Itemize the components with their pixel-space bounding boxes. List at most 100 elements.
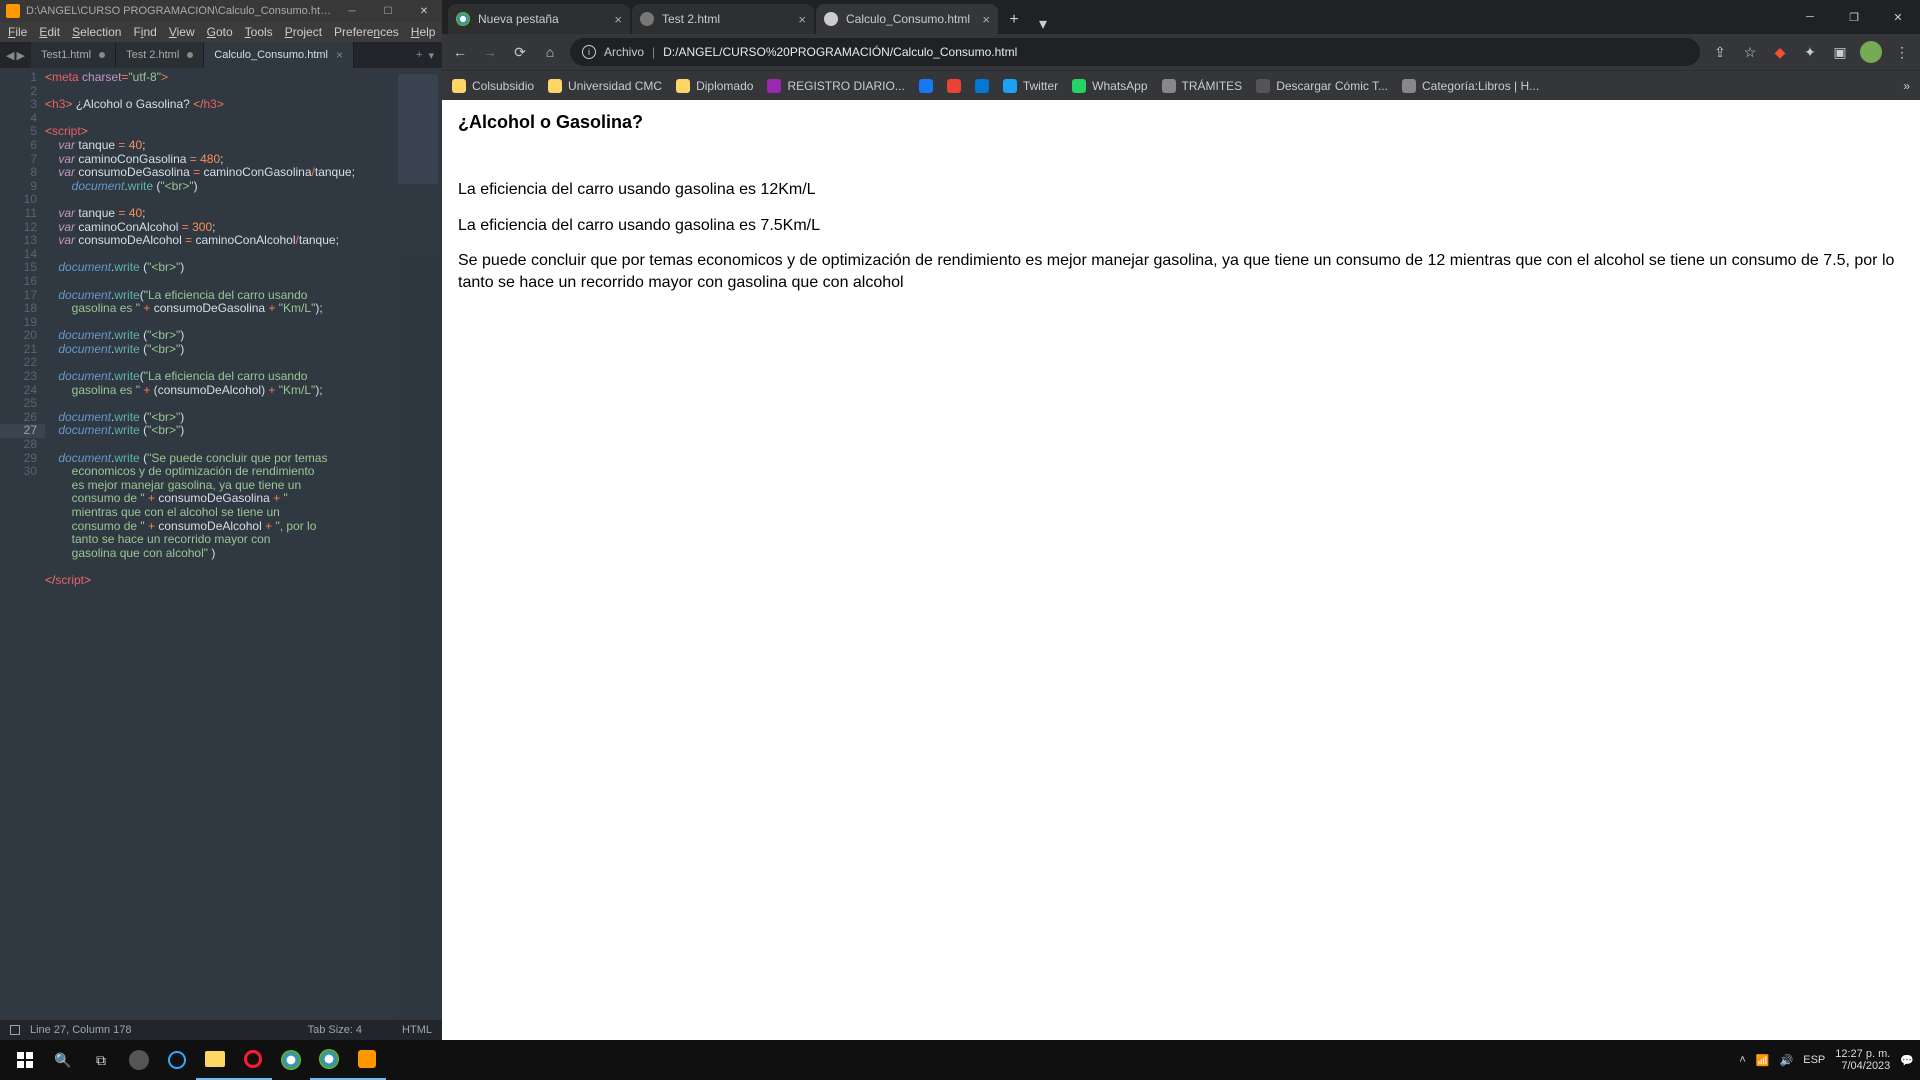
restore-button[interactable]: ❐ xyxy=(1832,0,1876,34)
status-syntax[interactable]: HTML xyxy=(402,1024,432,1036)
menu-project[interactable]: Project xyxy=(285,25,322,39)
taskbar-chrome[interactable] xyxy=(272,1040,310,1080)
maximize-button[interactable]: ☐ xyxy=(370,0,406,22)
bookmark-item[interactable]: Diplomado xyxy=(676,79,753,93)
folder-icon xyxy=(548,79,562,93)
tab-search-icon[interactable]: ▾ xyxy=(1028,14,1058,34)
bookmark-item[interactable]: TRÁMITES xyxy=(1162,79,1243,93)
bookmark-item[interactable] xyxy=(975,79,989,93)
sublime-statusbar: Line 27, Column 178 Tab Size: 4 HTML xyxy=(0,1020,442,1040)
bookmark-item[interactable]: Categoría:Libros | H... xyxy=(1402,79,1539,93)
code-area[interactable]: <meta charset="utf-8"> <h3> ¿Alcohol o G… xyxy=(45,68,442,1020)
share-icon[interactable]: ⇪ xyxy=(1710,42,1730,62)
back-icon[interactable]: ← xyxy=(450,42,470,62)
bookmarks-overflow-icon[interactable]: » xyxy=(1903,79,1910,93)
minimize-button[interactable]: ─ xyxy=(334,0,370,22)
bookmark-item[interactable] xyxy=(919,79,933,93)
sublime-title: D:\ANGEL\CURSO PROGRAMACIÓN\Calculo_Cons… xyxy=(26,5,334,17)
tray-chevron-icon[interactable]: ˄ xyxy=(1739,1054,1745,1066)
taskbar-sublime[interactable] xyxy=(348,1040,386,1080)
taskbar-app-1[interactable] xyxy=(120,1040,158,1080)
extension-shield-icon[interactable]: ◆ xyxy=(1770,42,1790,62)
chrome-tab-test2[interactable]: Test 2.html × xyxy=(632,4,814,34)
new-tab-button[interactable]: + xyxy=(1000,6,1028,34)
bookmark-item[interactable]: Colsubsidio xyxy=(452,79,534,93)
site-info-icon[interactable]: i xyxy=(582,45,596,59)
menu-file[interactable]: File xyxy=(8,25,27,39)
sublime-tab-test1[interactable]: Test1.html xyxy=(31,42,116,68)
tab-label: Calculo_Consumo.html xyxy=(846,12,974,26)
clock-date: 7/04/2023 xyxy=(1835,1060,1890,1072)
tab-close-icon[interactable]: × xyxy=(336,48,343,62)
chrome-tab-newtab[interactable]: Nueva pestaña × xyxy=(448,4,630,34)
close-button[interactable]: ✕ xyxy=(406,0,442,22)
tray-network-icon[interactable]: 📶 xyxy=(1756,1054,1770,1067)
menu-dots-icon[interactable]: ⋮ xyxy=(1892,42,1912,62)
bookmark-item[interactable]: REGISTRO DIARIO... xyxy=(767,79,904,93)
taskbar-app-cortana[interactable] xyxy=(158,1040,196,1080)
reload-icon[interactable]: ⟳ xyxy=(510,42,530,62)
taskbar-opera[interactable] xyxy=(234,1040,272,1080)
menu-help[interactable]: Help xyxy=(411,25,436,39)
taskview-icon[interactable]: ⧉ xyxy=(82,1040,120,1080)
search-icon[interactable]: 🔍 xyxy=(44,1040,82,1080)
sublime-tabbar: ◀▶ Test1.html Test 2.html Calculo_Consum… xyxy=(0,42,442,68)
forward-icon[interactable]: → xyxy=(480,42,500,62)
bookmark-item[interactable]: Universidad CMC xyxy=(548,79,662,93)
bookmark-item[interactable]: WhatsApp xyxy=(1072,79,1147,93)
start-button[interactable] xyxy=(6,1040,44,1080)
tab-next-icon[interactable]: ▶ xyxy=(16,49,24,62)
menu-selection[interactable]: Selection xyxy=(72,25,121,39)
sidepanel-icon[interactable]: ▣ xyxy=(1830,42,1850,62)
menu-view[interactable]: View xyxy=(169,25,195,39)
bookmark-icon xyxy=(1256,79,1270,93)
home-icon[interactable]: ⌂ xyxy=(540,42,560,62)
tab-label: Nueva pestaña xyxy=(478,12,606,26)
minimize-button[interactable]: ─ xyxy=(1788,0,1832,34)
extensions-icon[interactable]: ✦ xyxy=(1800,42,1820,62)
omnibox[interactable]: i Archivo | D:/ANGEL/CURSO%20PROGRAMACIÓ… xyxy=(570,38,1700,66)
gutter: 1234567891011121314151617181920212223242… xyxy=(0,68,45,1020)
dirty-dot-icon xyxy=(187,52,193,58)
bookmark-star-icon[interactable]: ☆ xyxy=(1740,42,1760,62)
tab-menu-icon[interactable]: ▾ xyxy=(428,49,434,62)
dirty-dot-icon xyxy=(99,52,105,58)
taskbar-chrome-active[interactable] xyxy=(310,1040,348,1080)
tray-volume-icon[interactable]: 🔊 xyxy=(1780,1054,1794,1067)
bookmark-label: TRÁMITES xyxy=(1182,79,1243,93)
sublime-tab-calculo[interactable]: Calculo_Consumo.html× xyxy=(204,42,354,68)
tab-prev-icon[interactable]: ◀ xyxy=(6,49,14,62)
bookmark-item[interactable] xyxy=(947,79,961,93)
chrome-window: Nueva pestaña × Test 2.html × Calculo_Co… xyxy=(442,0,1920,1040)
bookmark-item[interactable]: Descargar Cómic T... xyxy=(1256,79,1388,93)
bookmark-item[interactable]: Twitter xyxy=(1003,79,1058,93)
addr-label: Archivo xyxy=(604,45,644,59)
close-button[interactable]: ✕ xyxy=(1876,0,1920,34)
tray-lang[interactable]: ESP xyxy=(1803,1054,1825,1066)
tab-add-icon[interactable]: + xyxy=(416,49,422,62)
page-content: ¿Alcohol o Gasolina? La eficiencia del c… xyxy=(442,100,1920,1040)
minimap[interactable] xyxy=(394,68,442,1020)
menu-goto[interactable]: Goto xyxy=(207,25,233,39)
menu-tools[interactable]: Tools xyxy=(245,25,273,39)
sublime-editor[interactable]: 1234567891011121314151617181920212223242… xyxy=(0,68,442,1020)
menu-preferences[interactable]: Preferences xyxy=(334,25,399,39)
tray-clock[interactable]: 12:27 p. m. 7/04/2023 xyxy=(1835,1048,1890,1072)
status-tabsize[interactable]: Tab Size: 4 xyxy=(308,1024,362,1036)
menu-find[interactable]: Find xyxy=(133,25,156,39)
menu-edit[interactable]: Edit xyxy=(39,25,60,39)
chrome-tab-calculo[interactable]: Calculo_Consumo.html × xyxy=(816,4,998,34)
sublime-tab-test2[interactable]: Test 2.html xyxy=(116,42,204,68)
profile-avatar[interactable] xyxy=(1860,41,1882,63)
file-icon xyxy=(824,12,838,26)
bookmark-label: Descargar Cómic T... xyxy=(1276,79,1388,93)
tab-close-icon[interactable]: × xyxy=(982,12,990,27)
sublime-icon xyxy=(6,4,20,18)
taskbar-explorer[interactable] xyxy=(196,1040,234,1080)
tray-notifications-icon[interactable]: 💬 xyxy=(1900,1054,1914,1067)
tab-close-icon[interactable]: × xyxy=(798,12,806,27)
bookmark-icon xyxy=(975,79,989,93)
bookmark-icon xyxy=(767,79,781,93)
panel-toggle-icon[interactable] xyxy=(10,1025,20,1035)
tab-close-icon[interactable]: × xyxy=(614,12,622,27)
